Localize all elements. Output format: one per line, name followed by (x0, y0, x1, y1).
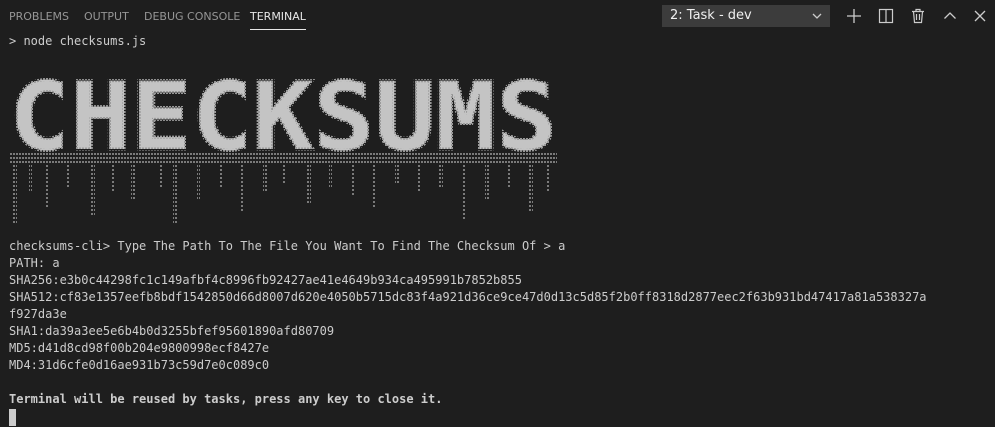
kill-terminal-button[interactable] (907, 5, 929, 27)
reuse-notice-line: Terminal will be reused by tasks, press … (9, 392, 443, 406)
sha512-continuation-line: f927da3e (9, 307, 67, 321)
sha512-line: SHA512:cf83e1357eefb8bdf1542850d66d8007d… (9, 290, 927, 304)
prompt-line: checksums-cli> Type The Path To The File… (9, 239, 566, 253)
split-terminal-button[interactable] (875, 5, 897, 27)
add-icon (843, 5, 865, 27)
tab-problems[interactable]: PROBLEMS (9, 0, 69, 33)
md5-line: MD5:d41d8cd98f00b204e9800998ecf8427e (9, 341, 270, 355)
md4-line: MD4:31d6cfe0d16ae931b73c59d7e0c089c0 (9, 358, 270, 372)
tab-debug-console[interactable]: DEBUG CONSOLE (144, 0, 240, 33)
panel-header: PROBLEMS OUTPUT DEBUG CONSOLE TERMINAL 2… (0, 0, 995, 33)
trash-icon (907, 5, 929, 27)
terminal-panel: PROBLEMS OUTPUT DEBUG CONSOLE TERMINAL 2… (0, 0, 995, 427)
tab-output[interactable]: OUTPUT (84, 0, 129, 33)
path-line: PATH: a (9, 256, 60, 270)
new-terminal-button[interactable] (843, 5, 865, 27)
split-icon (875, 5, 897, 27)
tab-terminal[interactable]: TERMINAL (250, 0, 306, 33)
command-line: > node checksums.js (9, 34, 147, 48)
close-panel-button[interactable] (969, 5, 991, 27)
task-select-value: 2: Task - dev (670, 8, 752, 23)
chevron-up-icon (939, 5, 961, 27)
maximize-panel-button[interactable] (939, 5, 961, 27)
chevron-down-icon (811, 6, 823, 26)
close-icon (969, 5, 991, 27)
sha256-line: SHA256:e3b0c44298fc1c149afbf4c8996fb9242… (9, 273, 522, 287)
ascii-art-banner: CHECKSUMS (8, 62, 559, 223)
terminal-task-select[interactable]: 2: Task - dev (662, 5, 830, 27)
terminal-cursor (9, 409, 16, 426)
sha1-line: SHA1:da39a3ee5e6b4b0d3255bfef95601890afd… (9, 324, 335, 338)
terminal-output[interactable]: > node checksums.js CHECKSUMS checksums-… (8, 33, 989, 408)
